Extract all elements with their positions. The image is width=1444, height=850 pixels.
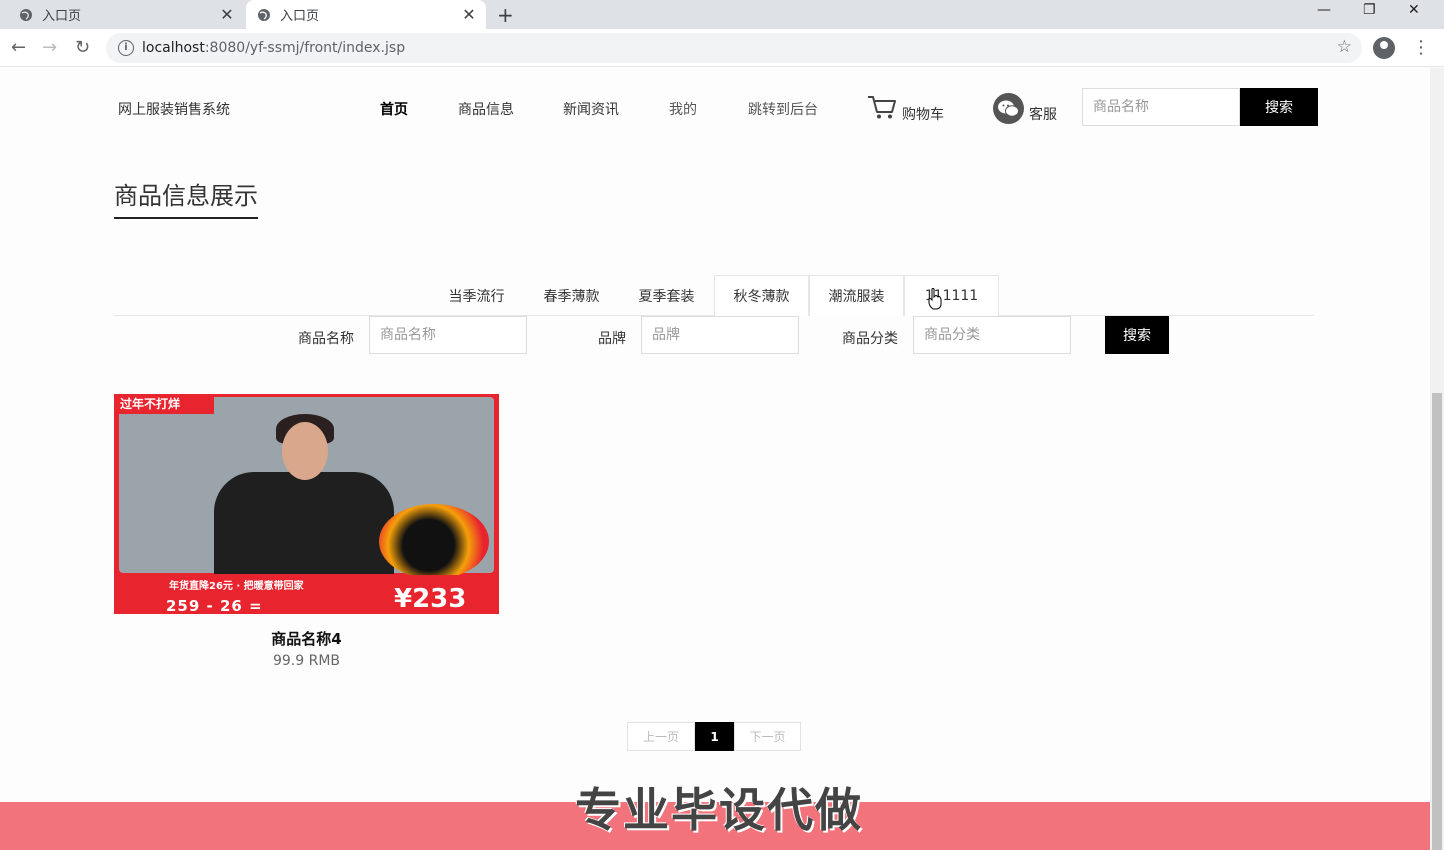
final-price-tag: ¥233	[394, 584, 467, 614]
price-strip-text: 年货直降26元 · 把暖意带回家	[169, 581, 304, 592]
tab-category[interactable]: 春季薄款	[533, 275, 610, 316]
url-path: :8080/yf-ssmj/front/index.jsp	[204, 40, 406, 56]
nav-news[interactable]: 新闻资讯	[563, 99, 619, 119]
filter-brand-label: 品牌	[598, 331, 626, 347]
filter-name-input[interactable]	[369, 316, 527, 354]
filter-search-button[interactable]: 搜索	[1105, 316, 1169, 354]
tab-category[interactable]: 秋冬薄款	[714, 275, 809, 316]
globe-icon	[20, 8, 32, 21]
product-price: 99.9 RMB	[272, 653, 341, 669]
nav-products[interactable]: 商品信息	[458, 99, 514, 119]
header-search-button[interactable]: 搜索	[1240, 88, 1318, 126]
product-name[interactable]: 商品名称4	[114, 628, 499, 649]
tab-title: 入口页	[280, 9, 320, 24]
bookmark-star-icon[interactable]: ☆	[1337, 37, 1352, 57]
browser-tab-bar: 入口页 ✕ 入口页 ✕ + — ❐ ✕	[0, 0, 1444, 29]
close-icon[interactable]: ✕	[458, 5, 480, 24]
minimize-button[interactable]: —	[1317, 2, 1331, 18]
wechat-icon[interactable]	[993, 93, 1024, 124]
product-jacket-shape	[214, 472, 394, 574]
restore-button[interactable]: ❐	[1363, 2, 1376, 18]
address-bar[interactable]: i localhost:8080/yf-ssmj/front/index.jsp…	[106, 33, 1362, 63]
tab-category[interactable]: 111111	[904, 275, 999, 316]
price-calculation: 259 - 26 =	[166, 597, 263, 614]
filter-name-label: 商品名称	[298, 331, 354, 347]
close-icon[interactable]: ✕	[216, 5, 238, 24]
pagination: 上一页 1 下一页	[627, 722, 801, 751]
page-content: 网上服装销售系统 首页 商品信息 新闻资讯 我的 跳转到后台 购物车 客服 搜索…	[0, 68, 1430, 850]
site-info-icon[interactable]: i	[118, 40, 134, 56]
browser-menu-icon[interactable]: ⋮	[1412, 37, 1430, 58]
forward-arrow-icon[interactable]: →	[42, 37, 57, 58]
reload-icon[interactable]: ↻	[75, 37, 90, 58]
product-head-shape	[282, 422, 328, 480]
customer-service-label[interactable]: 客服	[1029, 104, 1057, 124]
browser-toolbar: ← → ↻ i localhost:8080/yf-ssmj/front/ind…	[0, 29, 1444, 67]
globe-icon	[258, 8, 270, 21]
window-close-button[interactable]: ✕	[1408, 2, 1420, 18]
product-image[interactable]: 过年不打烊 年货直降26元 · 把暖意带回家 259 - 26 = ¥233	[114, 394, 499, 614]
back-arrow-icon[interactable]: ←	[11, 37, 26, 58]
profile-avatar-icon[interactable]	[1373, 37, 1395, 59]
browser-tab-active[interactable]: 入口页 ✕	[246, 0, 486, 29]
page-scrollbar[interactable]	[1430, 68, 1444, 850]
product-card[interactable]: 过年不打烊 年货直降26元 · 把暖意带回家 259 - 26 = ¥233 商…	[114, 394, 499, 669]
tab-category[interactable]: 当季流行	[438, 275, 515, 316]
section-title: 商品信息展示	[114, 182, 258, 210]
filter-category-label: 商品分类	[842, 331, 898, 347]
product-banner: 过年不打烊	[114, 394, 214, 414]
shopping-cart-icon[interactable]	[867, 94, 897, 120]
cart-label[interactable]: 购物车	[902, 104, 944, 124]
section-title-underline	[114, 217, 258, 219]
flame-graphic	[379, 504, 489, 579]
url-host: localhost	[142, 40, 205, 56]
tab-category[interactable]: 夏季套装	[628, 275, 705, 316]
header-search-input[interactable]	[1082, 88, 1240, 126]
current-page-button[interactable]: 1	[695, 722, 734, 751]
browser-tab[interactable]: 入口页 ✕	[8, 0, 244, 29]
next-page-button[interactable]: 下一页	[734, 722, 801, 751]
filter-brand-input[interactable]	[641, 316, 799, 354]
nav-admin[interactable]: 跳转到后台	[748, 99, 818, 119]
site-name[interactable]: 网上服装销售系统	[118, 99, 230, 119]
prev-page-button[interactable]: 上一页	[627, 722, 695, 751]
tab-category[interactable]: 潮流服装	[809, 275, 904, 316]
scrollbar-thumb[interactable]	[1432, 393, 1442, 850]
filter-category-input[interactable]	[913, 316, 1071, 354]
new-tab-button[interactable]: +	[497, 3, 514, 27]
nav-home[interactable]: 首页	[380, 99, 408, 119]
tab-title: 入口页	[42, 9, 82, 24]
hand-cursor-icon	[928, 288, 942, 310]
watermark-text: 专业毕设代做	[575, 783, 863, 837]
nav-mine[interactable]: 我的	[669, 99, 697, 119]
